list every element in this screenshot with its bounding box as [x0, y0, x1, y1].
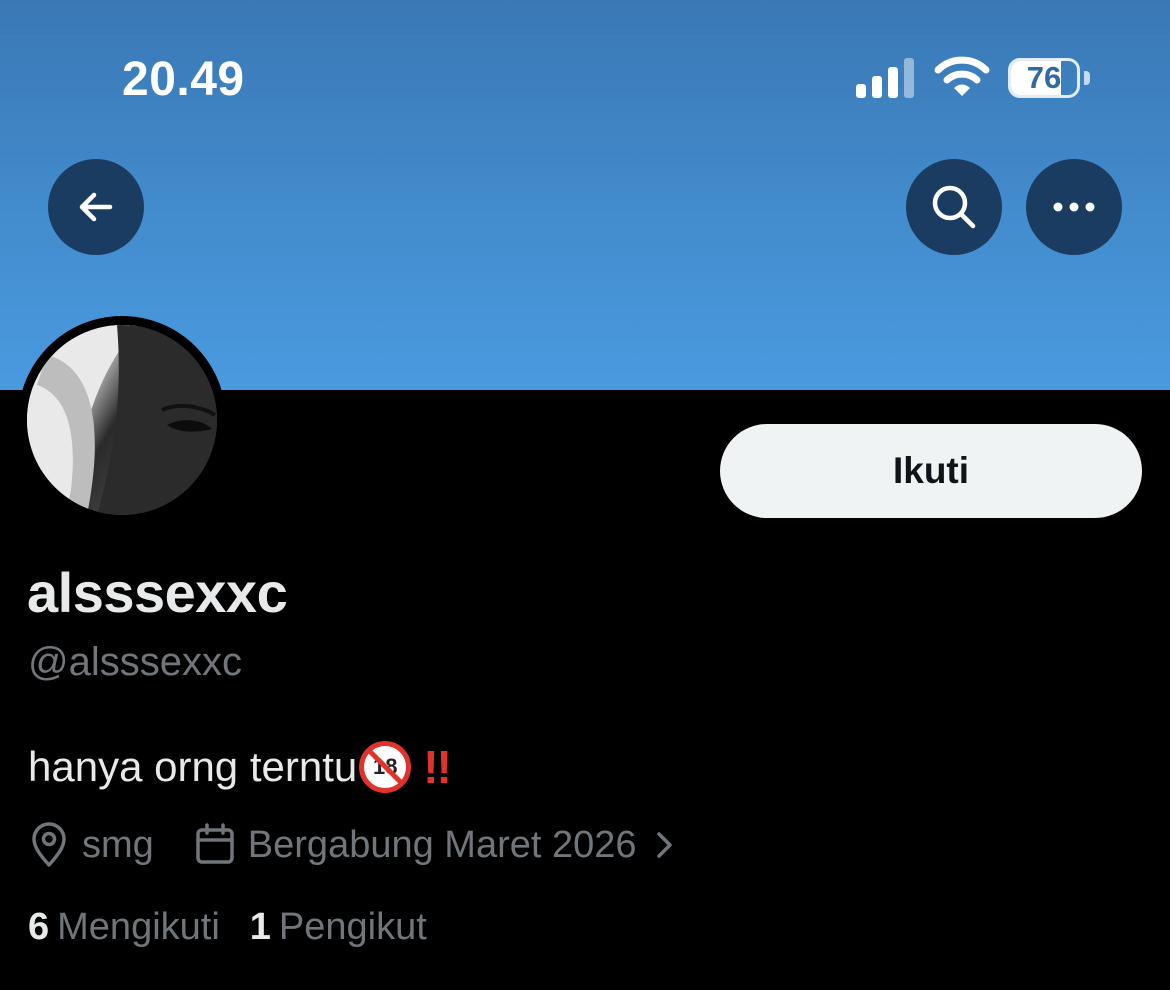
profile-meta: smg Bergabung Maret 2026 [28, 820, 675, 870]
location-text: smg [82, 823, 154, 866]
follow-stats: 6 Mengikuti 1 Pengikut [28, 906, 427, 949]
search-button[interactable] [906, 159, 1002, 255]
cellular-signal-icon [856, 58, 914, 98]
status-time: 20.49 [122, 53, 245, 106]
more-options-button[interactable] [1026, 159, 1122, 255]
wifi-icon [934, 56, 990, 96]
double-exclamation-icon: !! [423, 741, 452, 793]
following-count[interactable]: 6 [28, 906, 49, 949]
display-name: alsssexxc [27, 561, 288, 624]
chevron-right-icon [656, 832, 672, 858]
user-handle: @alsssexxc [28, 640, 242, 684]
battery-percent: 76 [1026, 60, 1062, 95]
location-pin-icon [32, 822, 66, 867]
followers-count[interactable]: 1 [250, 906, 271, 949]
joined-date[interactable]: Bergabung Maret 2026 [194, 822, 675, 868]
bio: hanya orng terntu 18 !! [28, 740, 452, 794]
search-icon [932, 185, 976, 229]
battery-cap [1084, 71, 1090, 85]
following-label[interactable]: Mengikuti [57, 906, 220, 949]
follow-button[interactable]: Ikuti [720, 424, 1142, 518]
bio-emojis: 18 !! [359, 740, 452, 794]
back-button[interactable] [48, 159, 144, 255]
avatar-photo-shapes [27, 325, 217, 515]
avatar-image [27, 325, 217, 515]
no-under-18-number: 18 [372, 754, 398, 779]
more-horizontal-icon [1053, 202, 1095, 212]
bio-text: hanya orng terntu [28, 743, 358, 790]
no-under-18-icon: 18 [359, 741, 412, 793]
arrow-left-icon [79, 192, 113, 222]
battery-icon: 76 [1008, 58, 1080, 98]
location: smg [28, 822, 154, 868]
avatar[interactable] [18, 316, 226, 524]
followers-label[interactable]: Pengikut [279, 906, 427, 949]
calendar-icon [196, 823, 234, 864]
joined-text: Bergabung Maret 2026 [247, 823, 637, 866]
